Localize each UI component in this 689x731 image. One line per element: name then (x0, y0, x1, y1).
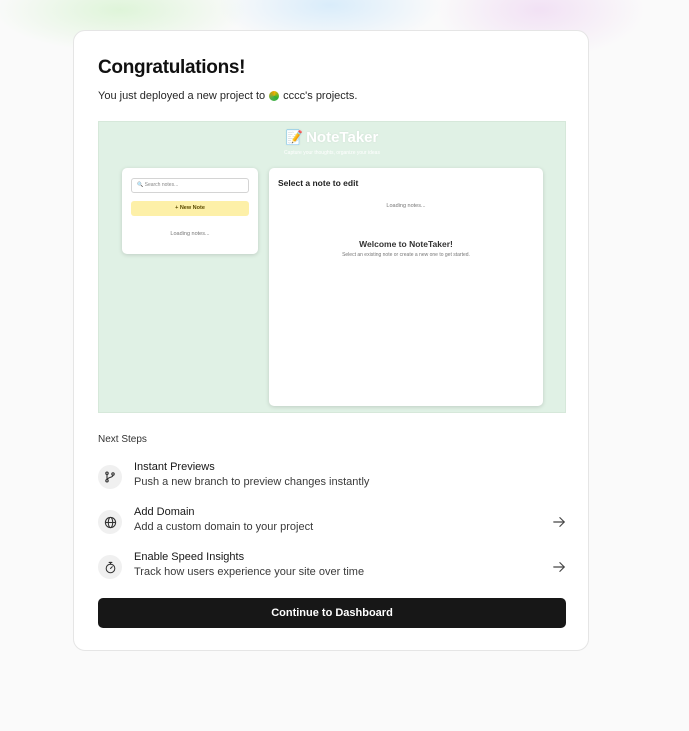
step-title: Enable Speed Insights (134, 551, 245, 563)
page-title: Congratulations! (98, 57, 246, 78)
step-instant-previews[interactable]: Instant Previews Push a new branch to pr… (98, 461, 566, 497)
preview-editor: Select a note to edit Loading notes... W… (269, 168, 543, 406)
step-title: Instant Previews (134, 461, 215, 473)
team-avatar-icon (269, 91, 280, 101)
continue-to-dashboard-button[interactable]: Continue to Dashboard (98, 598, 566, 628)
preview-tagline: Capture your thoughts, organize your ide… (284, 150, 380, 156)
stopwatch-icon (98, 555, 122, 579)
preview-search-input: 🔍 Search notes... (131, 178, 249, 193)
step-enable-speed-insights[interactable]: Enable Speed Insights Track how users ex… (98, 551, 566, 587)
preview-editor-loading: Loading notes... (386, 203, 426, 209)
preview-welcome-subtitle: Select an existing note or create a new … (342, 252, 470, 258)
memo-icon: 📝 (285, 129, 304, 145)
preview-welcome-title: Welcome to NoteTaker! (359, 239, 453, 249)
preview-app-name: NoteTaker (306, 129, 379, 146)
next-steps-heading: Next Steps (98, 434, 147, 445)
arrow-right-icon[interactable] (552, 560, 566, 574)
preview-app-title: 📝 NoteTaker (99, 129, 565, 146)
deployment-success-card: Congratulations! You just deployed a new… (73, 30, 589, 651)
step-add-domain[interactable]: Add Domain Add a custom domain to your p… (98, 506, 566, 542)
preview-editor-title: Select a note to edit (278, 178, 359, 188)
step-description: Track how users experience your site ove… (134, 566, 365, 578)
step-description: Push a new branch to preview changes ins… (134, 476, 370, 488)
globe-icon (98, 510, 122, 534)
deploy-subtitle: You just deployed a new project to cccc'… (98, 90, 357, 102)
preview-sidebar-loading: Loading notes... (170, 231, 210, 237)
step-description: Add a custom domain to your project (134, 521, 314, 533)
team-name: cccc's projects. (283, 90, 358, 102)
arrow-right-icon[interactable] (552, 515, 566, 529)
git-branch-icon (98, 465, 122, 489)
preview-sidebar: 🔍 Search notes... + New Note Loading not… (122, 168, 258, 254)
deployment-preview[interactable]: 📝 NoteTaker Capture your thoughts, organi… (98, 121, 566, 413)
step-title: Add Domain (134, 506, 195, 518)
subtitle-text: You just deployed a new project to (98, 90, 266, 102)
preview-new-note-button: + New Note (131, 201, 249, 216)
